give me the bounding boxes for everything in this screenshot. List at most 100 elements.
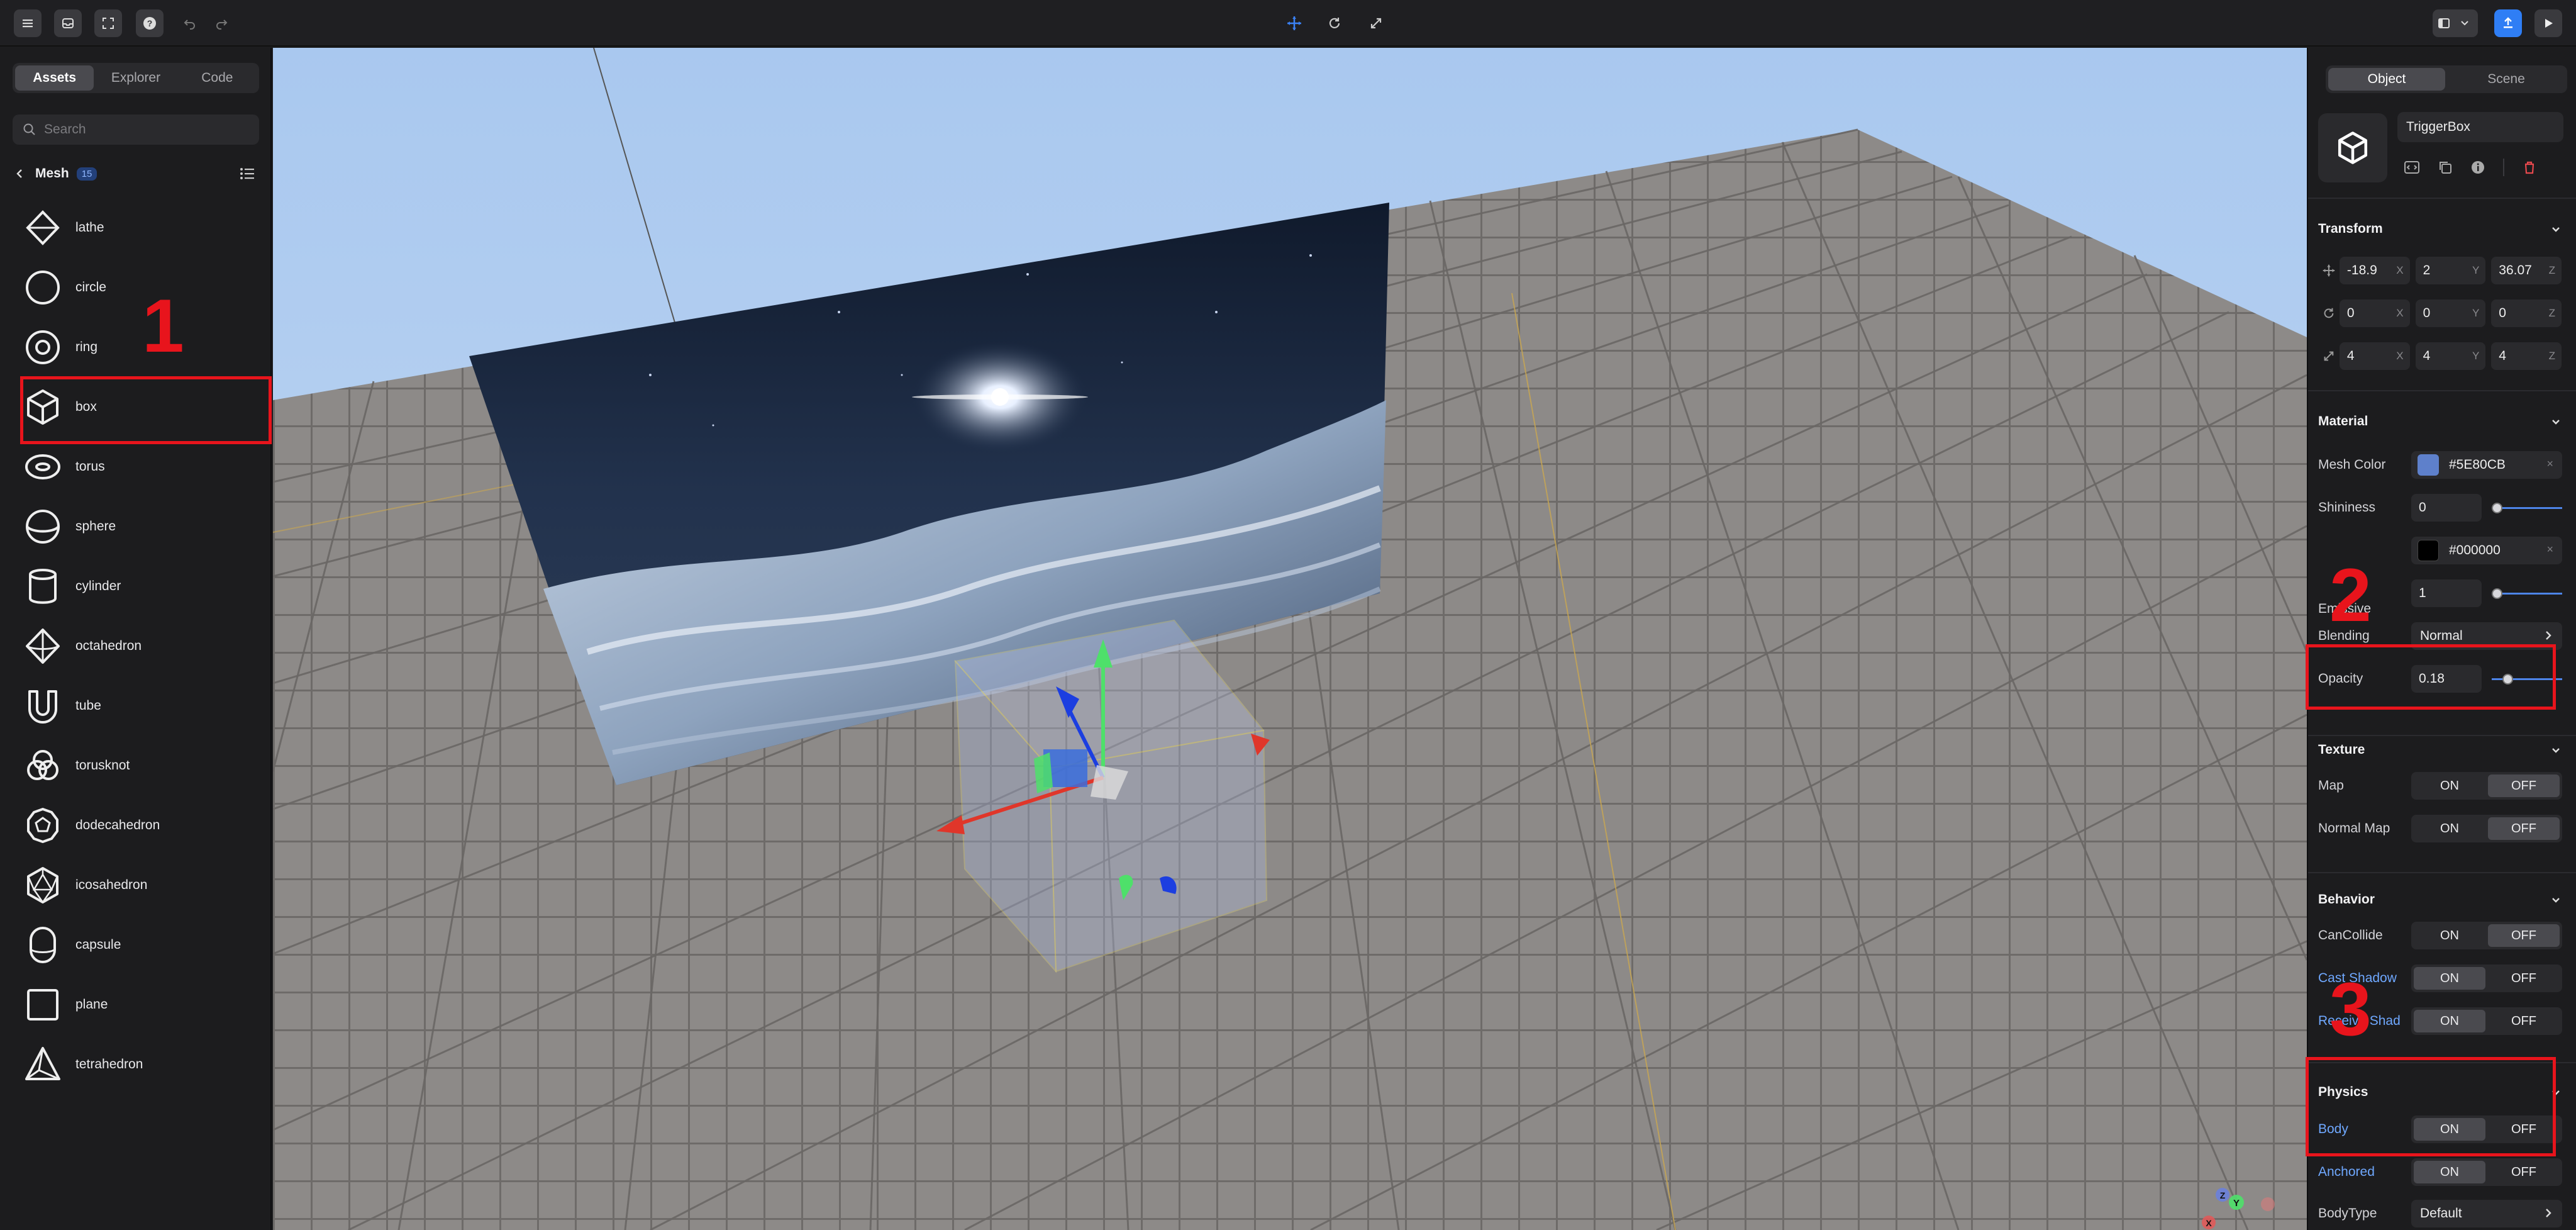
bodytype-select[interactable]: Default [2411,1200,2562,1227]
map-on-button[interactable]: ON [2414,774,2485,797]
rotation-z-field[interactable]: 0Z [2491,299,2562,327]
inbox-icon[interactable] [54,9,82,37]
mesh-label: octahedron [75,638,142,653]
annotation-number-2: 2 [2329,553,2372,637]
position-y-field[interactable]: 2Y [2415,257,2486,284]
redo-icon[interactable] [208,9,235,37]
mesh-item-cylinder[interactable]: cylinder [0,556,272,616]
emissive-color-field[interactable]: #000000 × [2411,537,2562,564]
box-icon [2338,131,2368,164]
normal-map-toggle: ON OFF [2411,815,2562,842]
anchored-on-button[interactable]: ON [2414,1161,2485,1183]
chevron-right-icon [2546,631,2551,640]
rotate-icon[interactable] [1321,9,1348,37]
tab-assets[interactable]: Assets [15,65,94,91]
back-chevron-icon[interactable] [15,167,24,180]
clear-icon[interactable]: × [2546,543,2553,556]
scale-icon[interactable] [1362,9,1390,37]
mesh-item-tetrahedron[interactable]: tetrahedron [0,1034,272,1094]
move-icon [2323,264,2335,277]
publish-icon[interactable] [2494,9,2522,37]
search-input[interactable] [44,122,245,137]
chevron-down-icon[interactable] [2550,744,2562,756]
annotation-number-1: 1 [142,284,184,368]
sphere-icon [20,504,65,549]
shininess-field[interactable]: 0 [2411,494,2482,522]
emissive-slider[interactable] [2492,579,2562,607]
layout-icon[interactable] [2433,9,2478,37]
cancollide-on-button[interactable]: ON [2414,924,2485,947]
field-value: 2 [2423,263,2431,277]
scale-z-field[interactable]: 4Z [2491,342,2562,370]
mesh-label: tube [75,698,101,713]
fullscreen-icon[interactable] [94,9,122,37]
shininess-slider[interactable] [2492,494,2562,522]
undo-icon[interactable] [176,9,204,37]
receive-shadow-off-button[interactable]: OFF [2488,1010,2560,1032]
chevron-down-icon[interactable] [2550,223,2562,235]
slider-knob[interactable] [2492,588,2502,599]
tab-explorer[interactable]: Explorer [96,65,175,91]
scale-x-field[interactable]: 4X [2339,342,2410,370]
mesh-item-octahedron[interactable]: octahedron [0,616,272,676]
position-z-field[interactable]: 36.07 Z [2491,257,2562,284]
tab-object[interactable]: Object [2328,68,2445,91]
mesh-item-capsule[interactable]: capsule [0,915,272,975]
emissive-intensity-field[interactable]: 1 [2411,579,2482,607]
cast-shadow-on-button[interactable]: ON [2414,967,2485,990]
rotation-row: 0X 0Y 0Z [2318,298,2567,328]
scale-y-field[interactable]: 4Y [2415,342,2486,370]
normal-map-on-button[interactable]: ON [2414,817,2485,840]
axis-label: Z [2548,307,2555,319]
mesh-item-ring[interactable]: ring [0,317,272,377]
receive-shadow-on-button[interactable]: ON [2414,1010,2485,1032]
mesh-item-icosahedron[interactable]: icosahedron [0,855,272,915]
code-icon[interactable] [2404,160,2420,174]
rotation-x-field[interactable]: 0X [2339,299,2410,327]
rotation-y-field[interactable]: 0Y [2415,299,2486,327]
object-name-field[interactable] [2397,112,2563,142]
anchored-toggle: ON OFF [2411,1158,2562,1186]
duplicate-icon[interactable] [2438,160,2453,175]
mesh-item-sphere[interactable]: sphere [0,496,272,556]
clear-icon[interactable]: × [2546,457,2553,471]
capsule-icon [20,922,65,968]
chevron-down-icon[interactable] [2550,415,2562,428]
anchored-off-button[interactable]: OFF [2488,1161,2560,1183]
cast-shadow-off-button[interactable]: OFF [2488,967,2560,990]
tab-scene[interactable]: Scene [2448,68,2565,91]
field-value: 4 [2346,349,2355,363]
emissive-color-value: #000000 [2449,543,2501,557]
menu-icon[interactable] [14,9,42,37]
play-icon[interactable] [2534,9,2562,37]
normal-map-off-button[interactable]: OFF [2488,817,2560,840]
list-view-icon[interactable] [239,166,255,181]
mesh-item-torusknot[interactable]: torusknot [0,735,272,795]
torus-icon [20,444,65,489]
gizmo-y-label: Y [2233,1198,2240,1209]
help-icon[interactable]: ? [136,9,164,37]
mesh-item-plane[interactable]: plane [0,975,272,1034]
scene-viewport[interactable]: Y Z X [273,48,2307,1230]
map-off-button[interactable]: OFF [2488,774,2560,797]
mesh-color-swatch[interactable] [2418,454,2439,476]
mesh-item-dodecahedron[interactable]: dodecahedron [0,795,272,855]
info-icon[interactable] [2470,160,2485,175]
axis-label: Y [2472,350,2480,362]
chevron-down-icon[interactable] [2550,893,2562,906]
cancollide-off-button[interactable]: OFF [2488,924,2560,947]
move-icon[interactable] [1280,9,1308,37]
mesh-item-tube[interactable]: tube [0,676,272,735]
mesh-label: torus [75,459,105,474]
annotation-number-3: 3 [2329,967,2372,1051]
slider-knob[interactable] [2492,503,2502,513]
axis-label: X [2396,350,2404,362]
mesh-item-torus[interactable]: torus [0,437,272,496]
mesh-item-lathe[interactable]: lathe [0,198,272,257]
position-x-field[interactable]: -18.9 X [2339,257,2410,284]
emissive-color-swatch[interactable] [2418,540,2439,561]
tab-code[interactable]: Code [178,65,257,91]
trash-icon[interactable] [2522,160,2537,175]
mesh-color-field[interactable]: #5E80CB × [2411,451,2562,479]
mesh-item-circle[interactable]: circle [0,257,272,317]
